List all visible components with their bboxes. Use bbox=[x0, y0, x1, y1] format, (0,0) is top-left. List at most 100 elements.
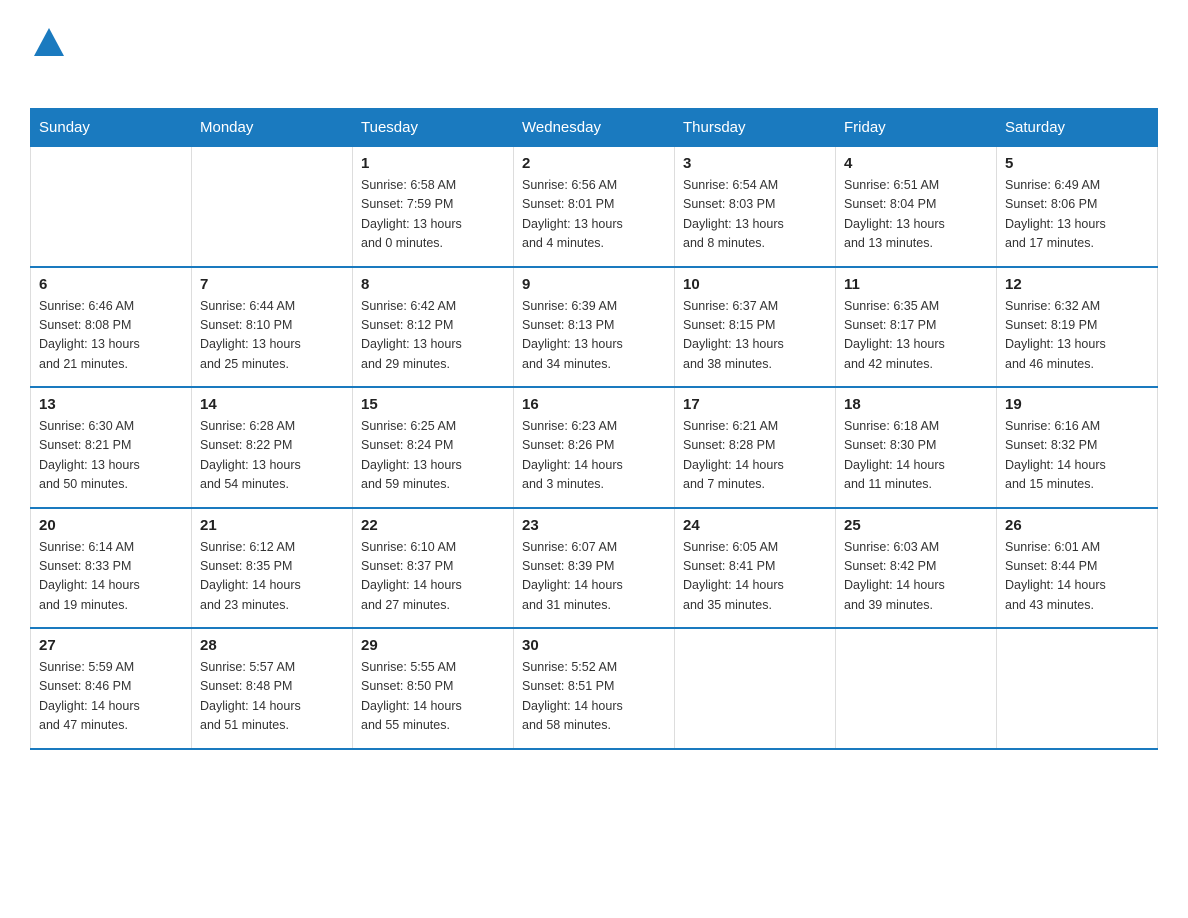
logo bbox=[30, 30, 66, 88]
week-row-5: 27Sunrise: 5:59 AM Sunset: 8:46 PM Dayli… bbox=[31, 628, 1158, 749]
weekday-header-row: SundayMondayTuesdayWednesdayThursdayFrid… bbox=[31, 109, 1158, 147]
calendar-cell: 11 Sunrise: 6:35 AM Sunset: 8:17 PM Dayli… bbox=[836, 267, 997, 388]
week-row-3: 13 Sunrise: 6:30 AM Sunset: 8:21 PM Dayli… bbox=[31, 387, 1158, 508]
day-info: Sunrise: 6:35 AM Sunset: 8:17 PM Dayligh… bbox=[844, 297, 988, 375]
day-number: 30 bbox=[522, 637, 666, 654]
day-number: 13 bbox=[39, 396, 183, 413]
day-info: Sunrise: 6:39 AM Sunset: 8:13 PM Dayligh… bbox=[522, 297, 666, 375]
day-number: 8 bbox=[361, 276, 505, 293]
day-info: Sunrise: 6:21 AM Sunset: 8:28 PM Dayligh… bbox=[683, 417, 827, 495]
calendar-cell: 20 Sunrise: 6:14 AM Sunset: 8:33 PM Dayli… bbox=[31, 508, 192, 629]
calendar-cell bbox=[997, 628, 1158, 749]
day-number: 21 bbox=[200, 517, 344, 534]
weekday-header-wednesday: Wednesday bbox=[514, 109, 675, 147]
calendar-cell: 3 Sunrise: 6:54 AM Sunset: 8:03 PM Daylig… bbox=[675, 147, 836, 267]
week-row-4: 20 Sunrise: 6:14 AM Sunset: 8:33 PM Dayli… bbox=[31, 508, 1158, 629]
day-number: 24 bbox=[683, 517, 827, 534]
day-number: 7 bbox=[200, 276, 344, 293]
week-row-2: 6 Sunrise: 6:46 AM Sunset: 8:08 PM Daylig… bbox=[31, 267, 1158, 388]
calendar-cell: 2 Sunrise: 6:56 AM Sunset: 8:01 PM Daylig… bbox=[514, 147, 675, 267]
page-header bbox=[30, 20, 1158, 88]
calendar-cell: 16 Sunrise: 6:23 AM Sunset: 8:26 PM Dayli… bbox=[514, 387, 675, 508]
calendar-cell: 12 Sunrise: 6:32 AM Sunset: 8:19 PM Dayli… bbox=[997, 267, 1158, 388]
day-info: Sunrise: 6:32 AM Sunset: 8:19 PM Dayligh… bbox=[1005, 297, 1149, 375]
day-number: 2 bbox=[522, 155, 666, 172]
day-number: 3 bbox=[683, 155, 827, 172]
day-info: Sunrise: 6:07 AM Sunset: 8:39 PM Dayligh… bbox=[522, 538, 666, 616]
day-number: 22 bbox=[361, 517, 505, 534]
calendar-cell: 22Sunrise: 6:10 AM Sunset: 8:37 PM Dayli… bbox=[353, 508, 514, 629]
day-number: 29 bbox=[361, 637, 505, 654]
calendar-cell bbox=[192, 147, 353, 267]
day-info: Sunrise: 6:37 AM Sunset: 8:15 PM Dayligh… bbox=[683, 297, 827, 375]
day-number: 1 bbox=[361, 155, 505, 172]
week-row-1: 1 Sunrise: 6:58 AM Sunset: 7:59 PM Daylig… bbox=[31, 147, 1158, 267]
day-number: 15 bbox=[361, 396, 505, 413]
day-info: Sunrise: 6:25 AM Sunset: 8:24 PM Dayligh… bbox=[361, 417, 505, 495]
day-info: Sunrise: 5:55 AM Sunset: 8:50 PM Dayligh… bbox=[361, 658, 505, 736]
day-number: 9 bbox=[522, 276, 666, 293]
day-info: Sunrise: 6:18 AM Sunset: 8:30 PM Dayligh… bbox=[844, 417, 988, 495]
calendar-cell: 10 Sunrise: 6:37 AM Sunset: 8:15 PM Dayli… bbox=[675, 267, 836, 388]
day-number: 25 bbox=[844, 517, 988, 534]
logo-flag-icon bbox=[32, 26, 66, 60]
day-info: Sunrise: 6:16 AM Sunset: 8:32 PM Dayligh… bbox=[1005, 417, 1149, 495]
calendar-cell: 8 Sunrise: 6:42 AM Sunset: 8:12 PM Daylig… bbox=[353, 267, 514, 388]
calendar-cell: 29 Sunrise: 5:55 AM Sunset: 8:50 PM Dayli… bbox=[353, 628, 514, 749]
day-number: 18 bbox=[844, 396, 988, 413]
weekday-header-friday: Friday bbox=[836, 109, 997, 147]
day-number: 12 bbox=[1005, 276, 1149, 293]
weekday-header-saturday: Saturday bbox=[997, 109, 1158, 147]
day-info: Sunrise: 6:23 AM Sunset: 8:26 PM Dayligh… bbox=[522, 417, 666, 495]
calendar-cell: 18 Sunrise: 6:18 AM Sunset: 8:30 PM Dayli… bbox=[836, 387, 997, 508]
calendar-cell: 15 Sunrise: 6:25 AM Sunset: 8:24 PM Dayli… bbox=[353, 387, 514, 508]
calendar-cell: 13 Sunrise: 6:30 AM Sunset: 8:21 PM Dayli… bbox=[31, 387, 192, 508]
calendar-cell: 27Sunrise: 5:59 AM Sunset: 8:46 PM Dayli… bbox=[31, 628, 192, 749]
day-number: 23 bbox=[522, 517, 666, 534]
day-info: Sunrise: 6:46 AM Sunset: 8:08 PM Dayligh… bbox=[39, 297, 183, 375]
calendar-table: SundayMondayTuesdayWednesdayThursdayFrid… bbox=[30, 108, 1158, 750]
calendar-body: 1 Sunrise: 6:58 AM Sunset: 7:59 PM Daylig… bbox=[31, 147, 1158, 749]
calendar-cell bbox=[675, 628, 836, 749]
calendar-cell: 17Sunrise: 6:21 AM Sunset: 8:28 PM Dayli… bbox=[675, 387, 836, 508]
day-info: Sunrise: 6:03 AM Sunset: 8:42 PM Dayligh… bbox=[844, 538, 988, 616]
day-info: Sunrise: 6:14 AM Sunset: 8:33 PM Dayligh… bbox=[39, 538, 183, 616]
calendar-cell: 5Sunrise: 6:49 AM Sunset: 8:06 PM Daylig… bbox=[997, 147, 1158, 267]
calendar-cell: 23 Sunrise: 6:07 AM Sunset: 8:39 PM Dayli… bbox=[514, 508, 675, 629]
day-number: 28 bbox=[200, 637, 344, 654]
day-number: 6 bbox=[39, 276, 183, 293]
day-info: Sunrise: 5:59 AM Sunset: 8:46 PM Dayligh… bbox=[39, 658, 183, 736]
calendar-cell: 7 Sunrise: 6:44 AM Sunset: 8:10 PM Daylig… bbox=[192, 267, 353, 388]
weekday-header-thursday: Thursday bbox=[675, 109, 836, 147]
day-number: 4 bbox=[844, 155, 988, 172]
calendar-cell: 14 Sunrise: 6:28 AM Sunset: 8:22 PM Dayli… bbox=[192, 387, 353, 508]
day-number: 26 bbox=[1005, 517, 1149, 534]
day-number: 14 bbox=[200, 396, 344, 413]
calendar-cell: 19 Sunrise: 6:16 AM Sunset: 8:32 PM Dayli… bbox=[997, 387, 1158, 508]
day-number: 5 bbox=[1005, 155, 1149, 172]
day-number: 16 bbox=[522, 396, 666, 413]
day-info: Sunrise: 5:52 AM Sunset: 8:51 PM Dayligh… bbox=[522, 658, 666, 736]
day-number: 19 bbox=[1005, 396, 1149, 413]
calendar-cell: 21 Sunrise: 6:12 AM Sunset: 8:35 PM Dayli… bbox=[192, 508, 353, 629]
calendar-cell: 30 Sunrise: 5:52 AM Sunset: 8:51 PM Dayli… bbox=[514, 628, 675, 749]
weekday-header-sunday: Sunday bbox=[31, 109, 192, 147]
calendar-cell: 6 Sunrise: 6:46 AM Sunset: 8:08 PM Daylig… bbox=[31, 267, 192, 388]
day-info: Sunrise: 6:28 AM Sunset: 8:22 PM Dayligh… bbox=[200, 417, 344, 495]
day-info: Sunrise: 6:54 AM Sunset: 8:03 PM Dayligh… bbox=[683, 176, 827, 254]
day-info: Sunrise: 6:42 AM Sunset: 8:12 PM Dayligh… bbox=[361, 297, 505, 375]
calendar-cell bbox=[836, 628, 997, 749]
day-number: 11 bbox=[844, 276, 988, 293]
day-number: 10 bbox=[683, 276, 827, 293]
weekday-header-monday: Monday bbox=[192, 109, 353, 147]
day-info: Sunrise: 6:58 AM Sunset: 7:59 PM Dayligh… bbox=[361, 176, 505, 254]
day-info: Sunrise: 6:12 AM Sunset: 8:35 PM Dayligh… bbox=[200, 538, 344, 616]
calendar-cell: 24Sunrise: 6:05 AM Sunset: 8:41 PM Dayli… bbox=[675, 508, 836, 629]
calendar-header: SundayMondayTuesdayWednesdayThursdayFrid… bbox=[31, 109, 1158, 147]
day-info: Sunrise: 5:57 AM Sunset: 8:48 PM Dayligh… bbox=[200, 658, 344, 736]
day-info: Sunrise: 6:01 AM Sunset: 8:44 PM Dayligh… bbox=[1005, 538, 1149, 616]
day-info: Sunrise: 6:44 AM Sunset: 8:10 PM Dayligh… bbox=[200, 297, 344, 375]
day-info: Sunrise: 6:56 AM Sunset: 8:01 PM Dayligh… bbox=[522, 176, 666, 254]
day-info: Sunrise: 6:30 AM Sunset: 8:21 PM Dayligh… bbox=[39, 417, 183, 495]
day-number: 20 bbox=[39, 517, 183, 534]
